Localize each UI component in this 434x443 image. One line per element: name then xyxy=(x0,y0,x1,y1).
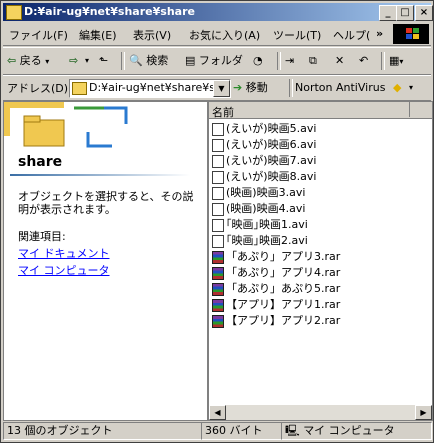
forward-arrow-icon[interactable]: ⇨ xyxy=(69,52,78,70)
window-title: D:¥air-ug¥net¥share¥share xyxy=(24,5,195,18)
delete-icon[interactable]: ✕ xyxy=(335,52,344,70)
forward-dropdown-icon[interactable]: ▾ xyxy=(85,52,89,70)
archive-file-icon xyxy=(212,267,224,280)
views-icon: ▦ xyxy=(389,54,400,67)
column-header-bar: 名前 xyxy=(209,102,432,119)
file-name: (映画)映画4.avi xyxy=(226,202,306,215)
column-header-name[interactable]: 名前 xyxy=(209,102,410,119)
folder-icon xyxy=(72,82,87,95)
folders-icon: ▤ xyxy=(185,54,196,67)
norton-icon[interactable]: ◆ xyxy=(393,79,401,97)
folders-button[interactable]: ▤ フォルダ xyxy=(185,52,243,70)
link-my-computer[interactable]: マイ コンピュータ xyxy=(18,262,110,278)
menu-bar: ファイル(F) 編集(E) 表示(V) お気に入り(A) ツール(T) ヘルプ(… xyxy=(3,23,431,46)
menu-tools[interactable]: ツール(T) xyxy=(273,27,321,43)
video-file-icon xyxy=(212,219,224,232)
file-name: (映画)映画3.avi xyxy=(226,186,306,199)
file-name: ｢映画｣映画1.avi xyxy=(226,218,308,231)
go-button[interactable]: ➔ 移動 xyxy=(233,79,268,97)
toolbar-separator xyxy=(121,52,125,70)
toolbar-separator xyxy=(381,52,385,70)
back-button[interactable]: ⇦ 戻る ▾ xyxy=(7,52,49,70)
address-value: D:¥air-ug¥net¥share¥sha xyxy=(89,81,229,94)
selection-description: オブジェクトを選択すると、その説明が表示されます。 xyxy=(18,190,194,216)
menu-favorites[interactable]: お気に入り(A) xyxy=(189,27,260,43)
related-heading: 関連項目: xyxy=(18,230,66,243)
go-arrow-icon: ➔ xyxy=(233,81,243,94)
menu-overflow-chevron[interactable]: » xyxy=(376,27,383,40)
norton-dropdown-icon[interactable]: ▾ xyxy=(409,79,413,97)
horizontal-scrollbar[interactable]: ◀ ▶ xyxy=(209,404,432,420)
folder-name-heading: share xyxy=(18,154,63,170)
video-file-icon xyxy=(212,123,224,136)
history-icon[interactable]: ◔ xyxy=(253,52,263,70)
archive-file-icon xyxy=(212,315,224,328)
video-file-icon xyxy=(212,203,224,216)
menu-file[interactable]: ファイル(F) xyxy=(9,27,68,43)
folders-label: フォルダ xyxy=(198,54,243,67)
video-file-icon xyxy=(212,139,224,152)
copy-to-icon[interactable]: ⧉ xyxy=(309,52,317,70)
folder-icon xyxy=(6,5,22,20)
heading-divider xyxy=(10,174,190,176)
file-name: ｢映画｣映画2.avi xyxy=(226,234,308,247)
up-folder-icon[interactable]: ⬑ xyxy=(99,52,108,70)
archive-file-icon xyxy=(212,299,224,312)
search-label: 検索 xyxy=(146,54,169,67)
norton-antivirus-button[interactable]: Norton AntiVirus xyxy=(295,79,385,97)
back-label: 戻る xyxy=(19,54,42,67)
title-bar[interactable]: D:¥air-ug¥net¥share¥share _ □ × xyxy=(3,3,433,21)
scroll-left-button[interactable]: ◀ xyxy=(209,405,226,420)
close-button[interactable]: × xyxy=(415,5,433,21)
file-name: 「あぷり」あぷり5.rar xyxy=(226,282,341,295)
minimize-button[interactable]: _ xyxy=(379,5,397,21)
back-arrow-icon: ⇦ xyxy=(7,54,17,67)
address-dropdown-button[interactable]: ▼ xyxy=(213,80,230,97)
video-file-icon xyxy=(212,235,224,248)
explorer-window: D:¥air-ug¥net¥share¥share _ □ × ファイル(F) … xyxy=(0,0,434,443)
menu-view[interactable]: 表示(V) xyxy=(133,27,171,43)
video-file-icon xyxy=(212,187,224,200)
search-icon: 🔍 xyxy=(129,54,143,67)
scroll-right-button[interactable]: ▶ xyxy=(415,405,432,420)
file-name: 「あぷり」アプリ3.rar xyxy=(226,250,341,263)
address-input[interactable]: D:¥air-ug¥net¥share¥sha ▼ xyxy=(69,79,231,98)
menu-edit[interactable]: 編集(E) xyxy=(79,27,117,43)
menu-help[interactable]: ヘルプ( xyxy=(333,27,370,43)
toolbar-separator xyxy=(289,79,293,97)
archive-file-icon xyxy=(212,251,224,264)
address-label: アドレス(D) xyxy=(7,82,69,95)
address-bar: アドレス(D) D:¥air-ug¥net¥share¥sha ▼ ➔ 移動 N… xyxy=(3,75,431,101)
file-name: (えいが)映画8.avi xyxy=(226,170,317,183)
file-name: 【アプリ】アプリ2.rar xyxy=(226,314,341,327)
video-file-icon xyxy=(212,171,224,184)
standard-toolbar: ⇦ 戻る ▾ ⇨ ▾ ⬑ 🔍 検索 ▤ フォルダ ◔ ⇥ ⧉ ✕ ↶ ▦▾ xyxy=(3,47,431,75)
file-name: (えいが)映画5.avi xyxy=(226,122,317,135)
undo-icon[interactable]: ↶ xyxy=(359,52,368,70)
folder-banner-graphic xyxy=(4,102,207,152)
move-to-icon[interactable]: ⇥ xyxy=(285,52,294,70)
file-name: (えいが)映画7.avi xyxy=(226,154,317,167)
status-size: 360 バイト xyxy=(201,422,282,440)
windows-logo-icon xyxy=(393,24,429,44)
file-name: (えいが)映画6.avi xyxy=(226,138,317,151)
video-file-icon xyxy=(212,155,224,168)
status-bar: 13 個のオブジェクト 360 バイト 🖳 マイ コンピュータ xyxy=(3,421,432,440)
maximize-button[interactable]: □ xyxy=(396,5,414,21)
search-button[interactable]: 🔍 検索 xyxy=(129,52,168,70)
views-button[interactable]: ▦▾ xyxy=(389,52,403,70)
archive-file-icon xyxy=(212,283,224,296)
web-view-pane: share オブジェクトを選択すると、その説明が表示されます。 関連項目: マイ… xyxy=(3,101,208,421)
go-label: 移動 xyxy=(245,81,268,94)
file-name: 「あぷり」アプリ4.rar xyxy=(226,266,341,279)
file-list-pane: 名前 (えいが)映画5.avi (えいが)映画6.avi (えいが)映画7.avi (… xyxy=(208,101,433,421)
link-my-documents[interactable]: マイ ドキュメント xyxy=(18,245,110,261)
status-location: 🖳 マイ コンピュータ xyxy=(281,422,432,440)
toolbar-separator xyxy=(277,52,281,70)
computer-icon: 🖳 xyxy=(285,424,300,437)
file-name: 【アプリ】アプリ1.rar xyxy=(226,298,341,311)
